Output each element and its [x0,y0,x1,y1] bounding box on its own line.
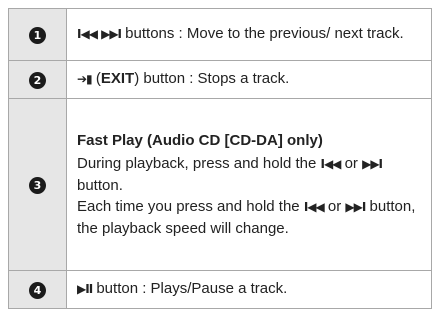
number-badge: 4 [29,281,46,299]
table-row: 4 ▶II button : Plays/Pause a track. [8,270,432,309]
description-cell: I◀◀ ▶▶I buttons : Move to the previous/ … [66,8,432,61]
label-open: ( [91,70,101,87]
next-track-icon: ▶▶I [101,27,122,41]
table-row: 3 Fast Play (Audio CD [CD-DA] only) Duri… [8,98,432,271]
fast-play-line-1: During playback, press and hold the I◀◀ … [77,153,421,196]
description-text: buttons : Move to the previous/ next tra… [121,25,404,42]
next-track-icon: ▶▶I [345,199,366,214]
line-text: During playback, press and hold the [77,154,321,172]
prev-track-icon: I◀◀ [303,199,325,214]
description-cell: ➔▮ (EXIT) button : Stops a track. [66,60,432,99]
line-text: or [323,197,346,215]
prev-track-icon: I◀◀ [320,156,341,171]
table-row: 1 I◀◀ ▶▶I buttons : Move to the previous… [8,8,432,61]
number-badge: 3 [29,176,46,194]
row-number-cell: 2 [8,60,67,99]
exit-icon: ➔▮ [77,72,93,86]
fast-play-line-2: Each time you press and hold the I◀◀ or … [77,196,421,239]
table-row: 2 ➔▮ (EXIT) button : Stops a track. [8,60,432,99]
play-pause-icon: ▶II [77,282,93,296]
row-number-cell: 4 [8,270,67,309]
exit-label: EXIT [100,70,135,87]
number-badge: 2 [29,71,46,89]
line-text: or [340,154,363,172]
number-badge: 1 [29,26,46,44]
line-text: Each time you press and hold the [77,197,304,215]
next-track-icon: ▶▶I [362,156,383,171]
line-text: button. [77,176,123,194]
description-cell: ▶II button : Plays/Pause a track. [66,270,432,309]
row-number-cell: 3 [8,98,67,271]
label-close: ) button : Stops a track. [134,70,290,87]
description-cell: Fast Play (Audio CD [CD-DA] only) During… [66,98,432,271]
fast-play-heading: Fast Play (Audio CD [CD-DA] only) [77,131,323,149]
description-text: button : Plays/Pause a track. [92,280,288,297]
prev-track-icon: I◀◀ [77,27,98,41]
button-legend-table: 1 I◀◀ ▶▶I buttons : Move to the previous… [8,8,432,309]
row-number-cell: 1 [8,8,67,61]
